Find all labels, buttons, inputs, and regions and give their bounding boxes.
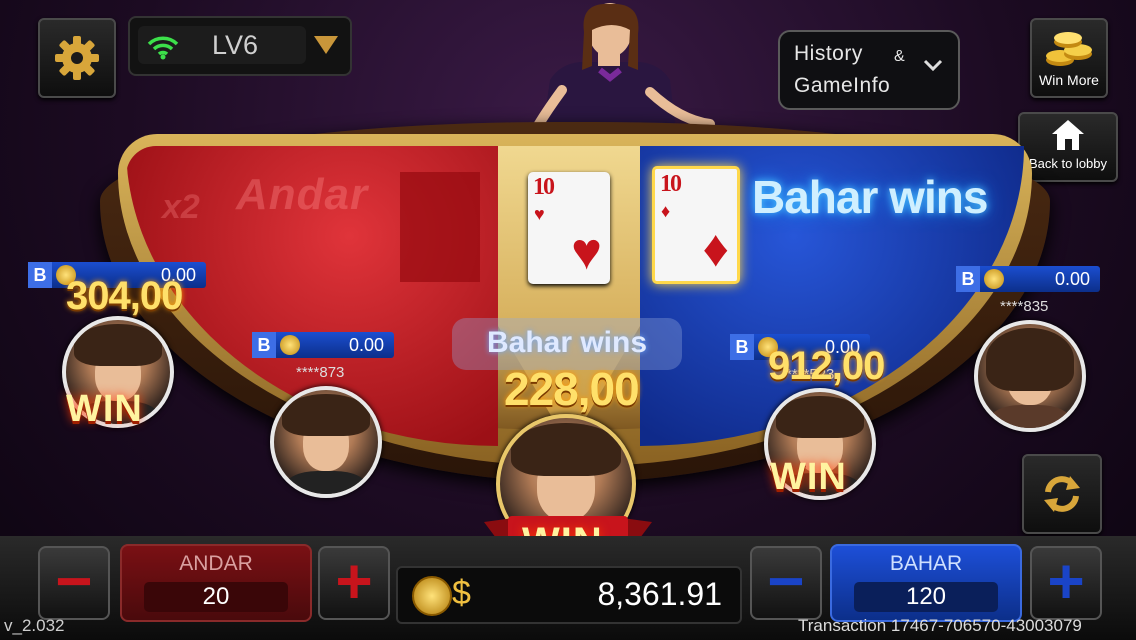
coin-icon (412, 576, 452, 616)
player-balance: B 0.00 (252, 332, 394, 358)
player-name: ****873 (296, 364, 345, 381)
minus-icon: − (55, 545, 93, 617)
win-label: WIN (770, 456, 847, 498)
balance-value: 0.00 (348, 335, 384, 355)
bahar-bet-panel: BAHAR 120 (830, 544, 1022, 622)
plus-icon: + (1047, 545, 1085, 617)
bet-b-icon: B (730, 334, 754, 360)
win-more-button[interactable]: Win More (1030, 18, 1108, 98)
plus-icon: + (335, 545, 373, 617)
win-amount: 304,00 (66, 274, 183, 318)
currency-symbol: $ (452, 574, 471, 612)
player-name: ****835 (1000, 298, 1049, 315)
card-rank: 10 (660, 171, 682, 197)
andar-increase-button[interactable]: + (318, 546, 390, 620)
coins-icon (1046, 32, 1092, 66)
bahar-decrease-button[interactable]: − (750, 546, 822, 620)
player-balance: B 0.00 (956, 266, 1100, 292)
andar-bet-panel: ANDAR 20 (120, 544, 312, 622)
balance-value: 8,361.91 (597, 576, 722, 612)
version-label: v_2.032 (4, 616, 65, 635)
bahar-increase-button[interactable]: + (1030, 546, 1102, 620)
win-label: WIN (66, 388, 143, 430)
history-ampersand: & (894, 48, 906, 65)
joker-card: 10 ♥ ♥ (528, 172, 610, 284)
level-panel[interactable]: LV6 (128, 16, 352, 76)
refresh-icon (1044, 476, 1080, 512)
balance-panel: $ 8,361.91 (396, 566, 742, 624)
home-icon (1052, 120, 1084, 150)
history-gameinfo-button[interactable]: History & GameInfo (778, 30, 960, 110)
transaction-id: Transaction 17467-706570-43003079 (798, 616, 1082, 635)
andar-card-slot (400, 172, 480, 282)
win-amount: 912,00 (768, 344, 885, 388)
card-suit-small: ♦ (661, 201, 671, 221)
bahar-bet-value[interactable]: 120 (854, 582, 998, 612)
player-avatar[interactable] (270, 386, 382, 498)
bet-b-icon: B (252, 332, 276, 358)
card-suit-small: ♥ (534, 204, 545, 224)
win-amount: 228,00 (504, 363, 640, 415)
back-to-lobby-button[interactable]: Back to lobby (1018, 112, 1118, 182)
settings-button[interactable] (38, 18, 116, 98)
coin-icon (280, 335, 300, 355)
back-to-lobby-label: Back to lobby (1028, 156, 1108, 171)
minus-icon: − (767, 545, 805, 617)
gameinfo-label: GameInfo (794, 74, 891, 97)
win-more-label: Win More (1039, 72, 1099, 88)
andar-table-label: Andar (236, 170, 369, 219)
card-suit-large: ♥ (571, 223, 602, 281)
coin-icon (984, 269, 1004, 289)
refresh-button[interactable] (1022, 454, 1102, 534)
card-suit-large: ♦ (702, 220, 729, 278)
chevron-down-icon[interactable] (312, 34, 340, 56)
result-banner: Bahar wins (752, 171, 988, 223)
bet-b-icon: B (956, 266, 980, 292)
wifi-signal-icon (147, 36, 179, 60)
history-label: History (794, 42, 863, 65)
gear-icon (55, 36, 99, 80)
chevron-down-icon (923, 59, 943, 72)
card-rank: 10 (533, 174, 555, 200)
andar-bet-value[interactable]: 20 (144, 582, 288, 612)
andar-decrease-button[interactable]: − (38, 546, 110, 620)
andar-multiplier: x2 (162, 188, 200, 226)
bahar-bet-label: BAHAR (889, 552, 963, 575)
level-field: LV6 (138, 26, 306, 64)
bahar-card: 10 ♦ ♦ (652, 166, 740, 284)
balance-value: 0.00 (1054, 269, 1090, 289)
level-text: LV6 (212, 30, 259, 60)
player-avatar[interactable] (974, 320, 1086, 432)
andar-bet-label: ANDAR (179, 552, 253, 575)
bet-b-icon: B (28, 262, 52, 288)
